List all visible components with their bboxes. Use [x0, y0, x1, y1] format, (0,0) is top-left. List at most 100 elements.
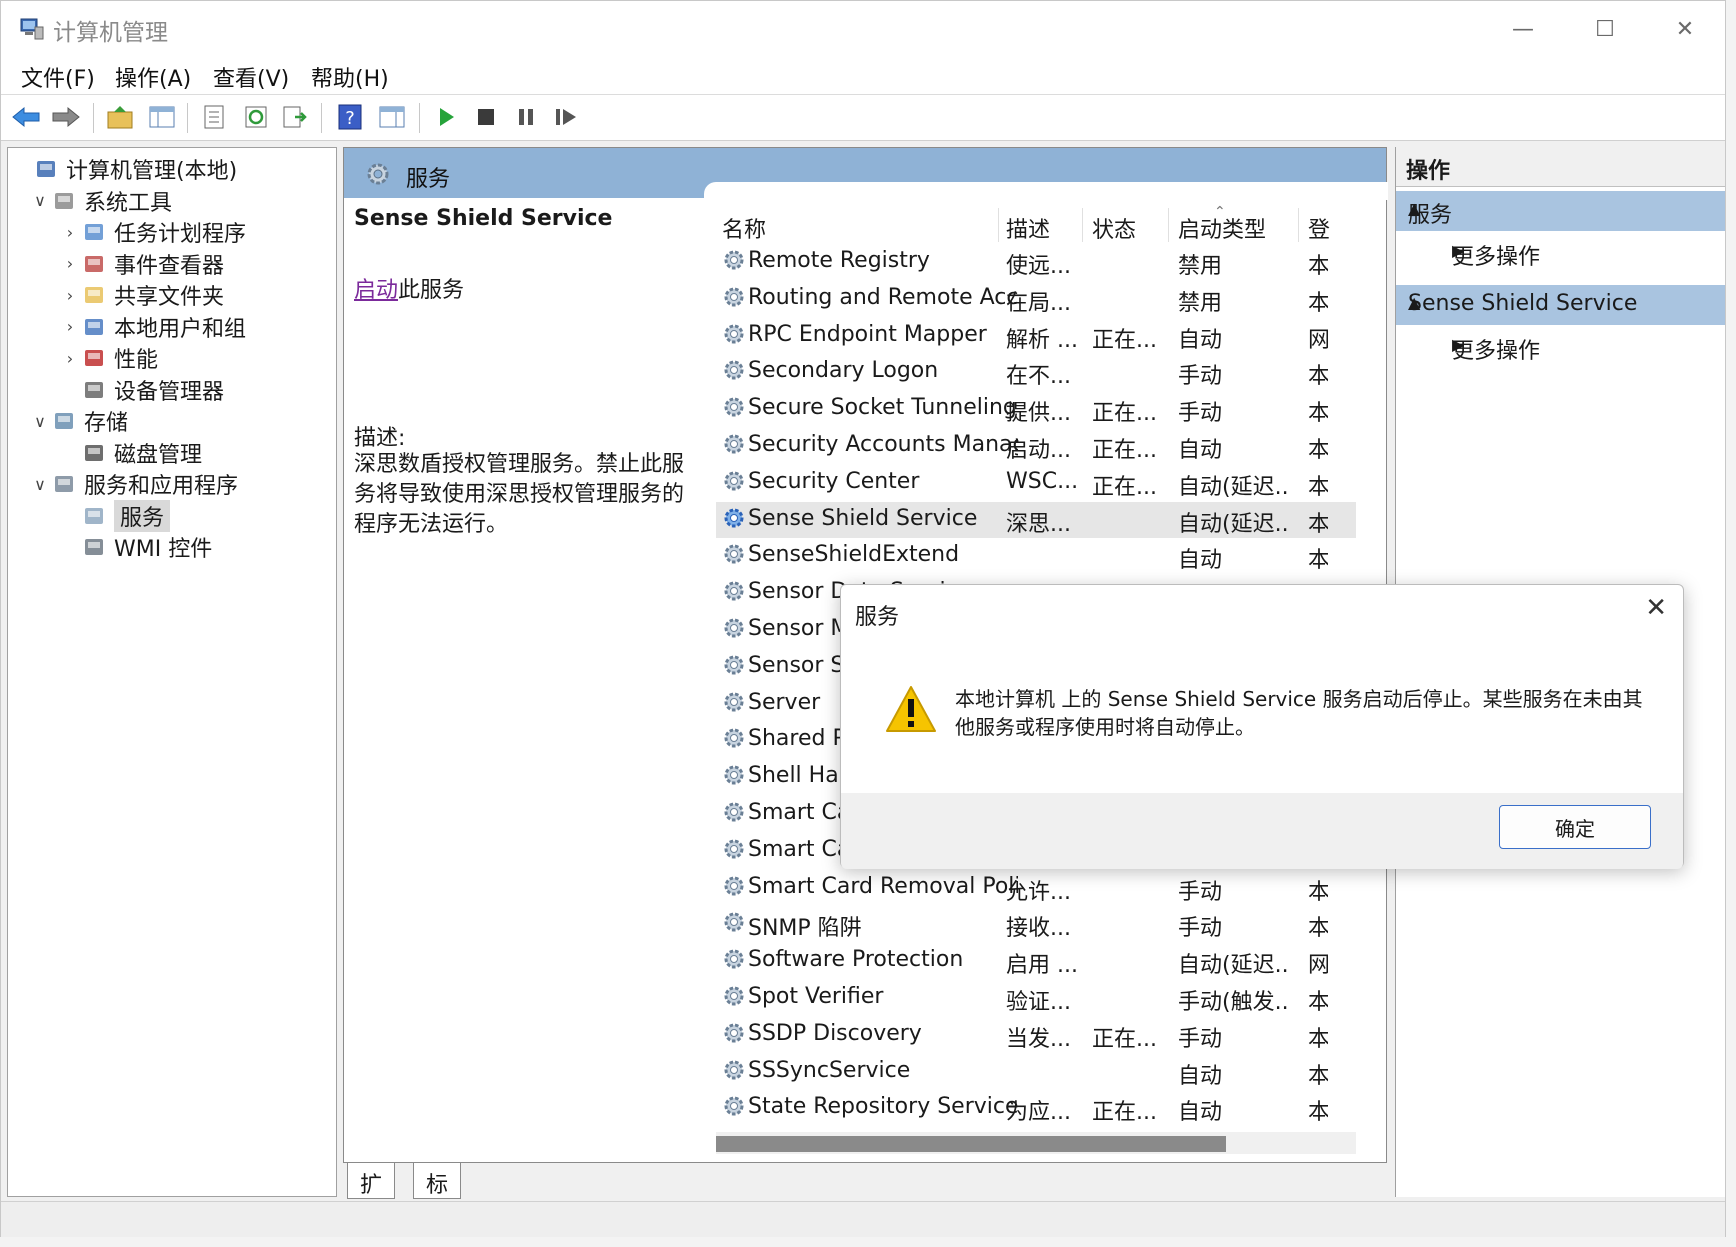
tree-item[interactable]: › 性能 [60, 343, 158, 373]
service-row[interactable]: Routing and Remote Access在局... 禁用 本 [716, 281, 1356, 317]
start-service-line: 启动此服务 [354, 272, 464, 304]
tree-item[interactable]: › 事件查看器 [60, 249, 224, 279]
tools-icon [50, 187, 78, 215]
service-row[interactable]: Smart Card Removal Policy 允许... 手动 本 [716, 870, 1356, 906]
tree-item[interactable]: › 本地用户和组 [60, 312, 246, 342]
tab-extended[interactable]: 扩展 [347, 1163, 396, 1230]
chevron-right-icon[interactable]: › [60, 349, 80, 368]
service-row[interactable]: Spot Verifier 验证... 手动(触发... 本 [716, 980, 1356, 1016]
service-status: 正在... [1092, 474, 1157, 500]
actions-section-services[interactable]: 服务 ▲ [1396, 191, 1725, 231]
chevron-right-icon[interactable]: › [60, 254, 80, 273]
chevron-down-icon[interactable]: ∨ [30, 475, 50, 494]
chevron-right-icon[interactable]: › [60, 223, 80, 242]
service-row[interactable]: Security Center WSC... 正在... 自动(延迟... 本 [716, 465, 1356, 501]
description-label: 描述: [354, 426, 406, 451]
service-row[interactable]: SSDP Discovery 当发... 正在... 手动 本 [716, 1017, 1356, 1053]
users-icon [80, 313, 108, 341]
chevron-down-icon[interactable]: ∨ [30, 412, 50, 431]
tree-item[interactable]: 服务 [60, 499, 171, 532]
tree-item[interactable]: 计算机管理(本地) [12, 154, 237, 184]
tree-item[interactable]: › 共享文件夹 [60, 280, 224, 310]
column-logon[interactable]: 登 [1308, 212, 1330, 244]
ok-button[interactable]: 确定 [1499, 805, 1651, 849]
chevron-right-icon[interactable]: › [60, 286, 80, 305]
back-icon[interactable] [11, 102, 41, 132]
tree-item-label: 服务 [114, 499, 171, 532]
tree-item-label: 任务计划程序 [114, 222, 247, 247]
help-icon[interactable]: ? [335, 102, 365, 132]
service-description: WSC... [1006, 468, 1076, 494]
service-startup-type: 自动(延迟... [1178, 953, 1290, 979]
tree-item[interactable]: 磁盘管理 [60, 438, 202, 468]
refresh-icon[interactable] [241, 102, 271, 132]
actions-section-selected-service[interactable]: Sense Shield Service ▲ [1396, 285, 1725, 325]
tree-item-label: 设备管理器 [114, 379, 225, 405]
service-row[interactable]: State Repository Service 为应... 正在... 自动 本 [716, 1090, 1356, 1124]
service-gear-icon [722, 542, 746, 572]
dialog-title: 服务 [855, 605, 900, 630]
maximize-button[interactable]: ☐ [1575, 9, 1635, 49]
service-row[interactable]: Sense Shield Service 深思... 自动(延迟... 本 [716, 501, 1356, 538]
close-button[interactable]: ✕ [1655, 9, 1715, 49]
tree-item[interactable]: › 任务计划程序 [60, 217, 246, 247]
menu-action[interactable]: 操作(A) [115, 61, 191, 93]
horizontal-scrollbar-thumb[interactable] [716, 1136, 1226, 1152]
column-startup-type[interactable]: 启动类型 [1178, 212, 1266, 244]
column-status[interactable]: 状态 [1092, 212, 1136, 244]
menu-help[interactable]: 帮助(H) [311, 61, 389, 93]
dialog-close-icon[interactable]: ✕ [1645, 593, 1667, 623]
start-service-icon[interactable] [431, 102, 461, 132]
tree-item-label: 本地用户和组 [114, 316, 247, 342]
service-logon: 本 [1308, 916, 1328, 942]
tree-item[interactable]: ∨ 存储 [30, 406, 128, 436]
column-name[interactable]: 名称 [722, 212, 766, 244]
service-startup-type: 自动(延迟... [1178, 474, 1290, 500]
service-row[interactable]: SSSyncService 自动 本 [716, 1054, 1356, 1090]
tree-item[interactable]: 设备管理器 [60, 375, 224, 405]
start-service-link[interactable]: 启动 [354, 278, 398, 303]
chevron-right-icon[interactable]: › [60, 317, 80, 336]
column-description[interactable]: 描述 [1006, 212, 1050, 244]
service-gear-icon [722, 469, 746, 499]
more-actions-services[interactable]: 更多操作 ▶ [1396, 233, 1725, 273]
service-row[interactable]: Security Accounts Manager启动... 正在... 自动 本 [716, 428, 1356, 464]
service-row[interactable]: Secure Socket Tunneling P...提供... 正在... 手动… [716, 391, 1356, 427]
service-row[interactable]: Remote Registry 使远... 禁用 本 [716, 244, 1356, 280]
service-row[interactable]: RPC Endpoint Mapper 解析 ... 正在... 自动 网 [716, 318, 1356, 354]
service-row[interactable]: Secondary Logon 在不... 手动 本 [716, 354, 1356, 390]
submenu-arrow-icon: ▶ [1452, 241, 1465, 260]
restart-service-icon[interactable] [551, 102, 581, 132]
service-name: Secure Socket Tunneling P... [748, 395, 1018, 421]
service-detail-pane: Sense Shield Service 启动此服务 描述: 深思数盾授权管理服… [354, 206, 694, 537]
service-row[interactable]: Software Protection 启用 ... 自动(延迟... 网 [716, 943, 1356, 979]
menu-view[interactable]: 查看(V) [213, 61, 289, 93]
pause-service-icon[interactable] [511, 102, 541, 132]
service-row[interactable]: SenseShieldExtend 自动 本 [716, 538, 1356, 574]
up-folder-icon[interactable] [105, 102, 135, 132]
tree-item[interactable]: ∨ 系统工具 [30, 186, 172, 216]
export-list-icon[interactable] [279, 102, 309, 132]
service-description: 提供... [1006, 401, 1071, 427]
service-status: 正在... [1092, 1026, 1157, 1052]
service-logon: 本 [1308, 990, 1328, 1015]
menu-file[interactable]: 文件(F) [21, 61, 95, 93]
show-action-pane-icon[interactable] [377, 102, 407, 132]
minimize-button[interactable]: — [1493, 9, 1553, 49]
service-logon: 本 [1308, 1026, 1328, 1052]
more-actions-selected-service[interactable]: 更多操作 ▶ [1396, 327, 1725, 367]
tab-standard[interactable]: 标准 [413, 1163, 462, 1230]
tree-item[interactable]: ∨ 服务和应用程序 [30, 469, 238, 499]
show-hide-tree-icon[interactable] [147, 102, 177, 132]
service-name: Security Accounts Manager [748, 432, 1018, 457]
service-row[interactable]: SNMP 陷阱 接收... 手动 本 [716, 906, 1356, 942]
service-gear-icon [722, 690, 746, 720]
properties-icon[interactable] [199, 102, 229, 132]
tree-item[interactable]: WMI 控件 [60, 532, 212, 562]
forward-icon[interactable] [51, 102, 81, 132]
chevron-down-icon[interactable]: ∨ [30, 191, 50, 210]
stop-service-icon[interactable] [471, 102, 501, 132]
service-description: 使远... [1006, 254, 1071, 279]
gear-icon [80, 502, 108, 530]
selected-service-name: Sense Shield Service [354, 206, 613, 231]
